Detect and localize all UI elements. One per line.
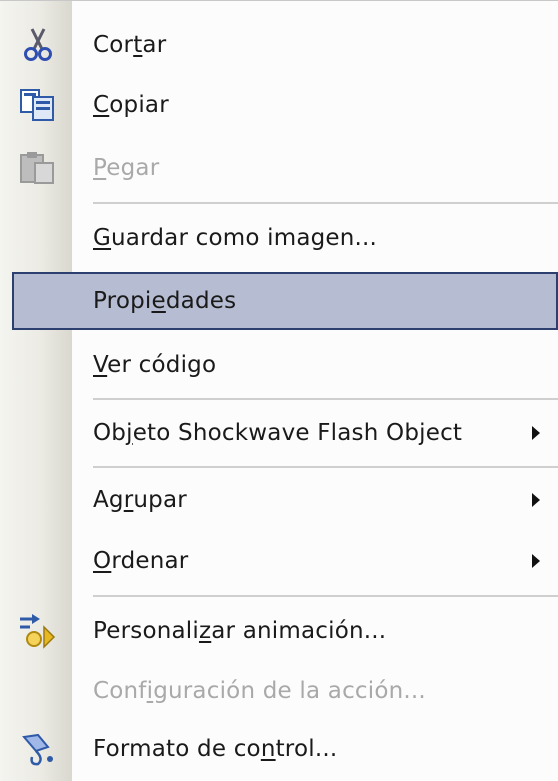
menu-item-personalizar-animacion[interactable]: Personalizar animación... xyxy=(0,601,558,661)
menu-item-label: Ordenar xyxy=(93,548,189,574)
menu-item-label: Copiar xyxy=(93,92,169,118)
menu-item-label: Objeto Shockwave Flash Object xyxy=(93,420,463,446)
menu-item-cortar[interactable]: Cortar xyxy=(0,15,558,75)
menu-separator xyxy=(93,202,558,204)
menu-item-objeto-shockwave[interactable]: Objeto Shockwave Flash Object xyxy=(0,403,558,463)
menu-separator xyxy=(93,466,558,468)
menu-item-label: Formato de control... xyxy=(93,736,338,762)
menu-separator xyxy=(93,595,558,597)
copy-icon xyxy=(20,89,54,121)
menu-item-propiedades[interactable]: Propiedades xyxy=(0,271,558,331)
menu-item-formato-de-control[interactable]: Formato de control... xyxy=(0,719,558,779)
menu-item-label: Ver código xyxy=(93,352,217,378)
submenu-arrow-icon xyxy=(532,426,540,440)
menu-item-label: Configuración de la acción... xyxy=(93,678,426,704)
context-menu: Cortar Copiar Pegar Guardar como imagen.… xyxy=(0,0,558,781)
format-control-icon xyxy=(22,733,53,766)
menu-item-copiar[interactable]: Copiar xyxy=(0,75,558,135)
menu-item-label: Pegar xyxy=(93,155,160,181)
menu-item-label: Agrupar xyxy=(93,487,187,513)
submenu-arrow-icon xyxy=(532,554,540,568)
menu-item-guardar-como-imagen[interactable]: Guardar como imagen... xyxy=(0,208,558,268)
menu-item-agrupar[interactable]: Agrupar xyxy=(0,470,558,530)
menu-item-label: Guardar como imagen... xyxy=(93,225,378,251)
submenu-arrow-icon xyxy=(532,493,540,507)
menu-item-configuracion-accion: Configuración de la acción... xyxy=(0,661,558,721)
menu-item-pegar: Pegar xyxy=(0,138,558,198)
menu-item-label: Personalizar animación... xyxy=(93,618,387,644)
menu-item-ver-codigo[interactable]: Ver código xyxy=(0,335,558,395)
scissors-icon xyxy=(24,28,52,61)
menu-item-ordenar[interactable]: Ordenar xyxy=(0,531,558,591)
menu-item-label: Propiedades xyxy=(93,288,237,314)
menu-item-label: Cortar xyxy=(93,32,167,58)
paste-icon xyxy=(20,152,54,184)
custom-animation-icon xyxy=(20,614,56,649)
menu-separator xyxy=(93,398,558,400)
